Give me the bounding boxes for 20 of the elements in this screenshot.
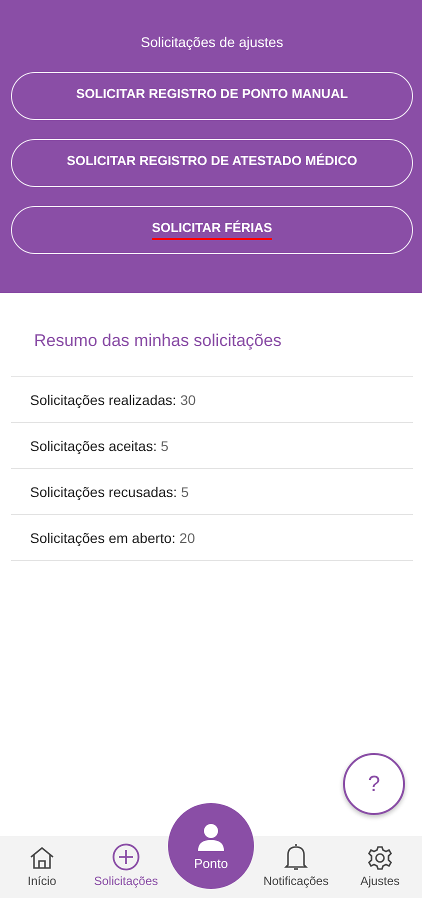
summary-text: Solicitações recusadas: 5 [30,484,189,500]
nav-tab[interactable]: Ajustes [338,836,422,898]
summary-text: Solicitações realizadas: 30 [30,392,196,408]
request-button[interactable]: SOLICITAR FÉRIAS [11,206,413,254]
person-icon [196,822,226,852]
summary-text: Solicitações aceitas: 5 [30,438,169,454]
section-title: Resumo das minhas solicitações [34,331,282,351]
home-icon [29,845,55,871]
settings-icon [367,845,393,871]
nav-tab[interactable]: Notificações [254,836,338,898]
help-button[interactable]: ? [343,753,405,815]
request-button[interactable]: SOLICITAR REGISTRO DE PONTO MANUAL [11,72,413,120]
nav-tab[interactable]: Ponto [168,803,254,889]
summary-text: Solicitações em aberto: 20 [30,530,195,546]
request-button[interactable]: SOLICITAR REGISTRO DE ATESTADO MÉDICO [11,139,413,187]
screen-title: Solicitações de ajustes [140,34,284,50]
plus-circle-icon [112,843,140,871]
nav-tab[interactable]: Início [0,836,84,898]
bell-icon [283,843,309,871]
nav-tab[interactable]: Solicitações [84,836,168,898]
